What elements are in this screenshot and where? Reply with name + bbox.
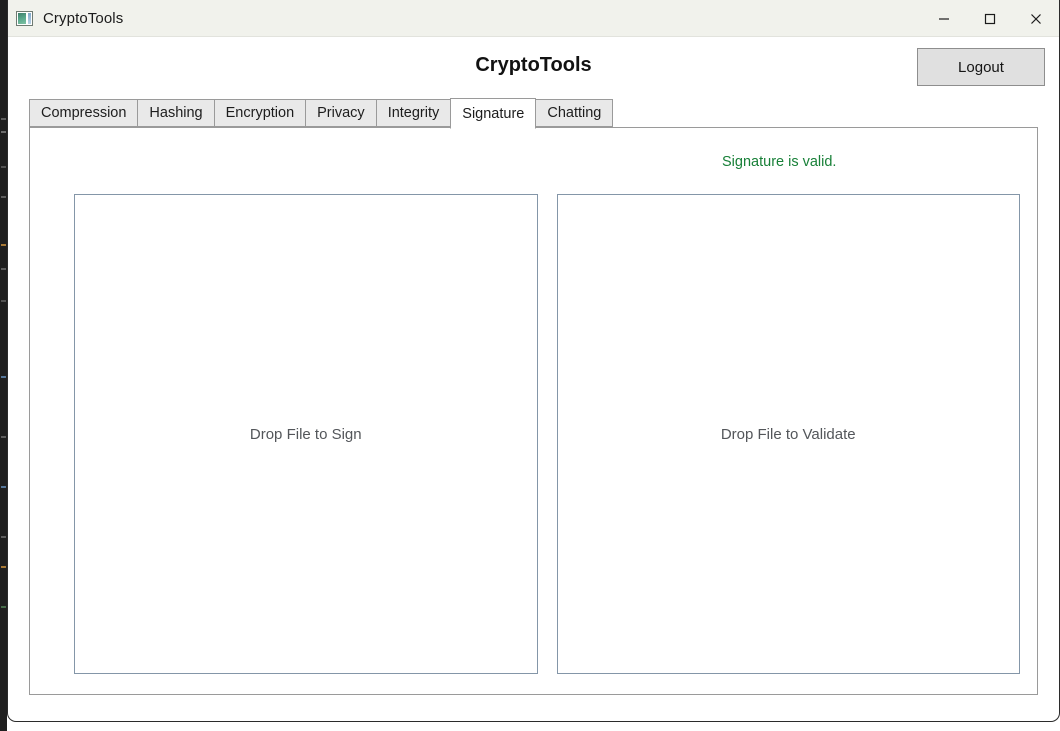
minimize-icon[interactable] <box>921 0 967 37</box>
sign-dropzone-label: Drop File to Sign <box>249 425 362 443</box>
title-bar: CryptoTools <box>8 0 1059 37</box>
tab-chatting[interactable]: Chatting <box>536 99 614 127</box>
logout-button[interactable]: Logout <box>917 48 1045 86</box>
status-message: Signature is valid. <box>722 154 837 170</box>
sign-dropzone[interactable]: Drop File to Sign <box>74 194 538 674</box>
tab-encryption[interactable]: Encryption <box>213 99 306 127</box>
dropzone-row: Drop File to Sign Drop File to Validate <box>74 194 1020 674</box>
tab-signature[interactable]: Signature <box>450 98 537 129</box>
window-controls <box>921 0 1059 37</box>
maximize-icon[interactable] <box>967 0 1013 37</box>
validate-dropzone[interactable]: Drop File to Validate <box>556 194 1020 674</box>
background-window-strip <box>0 0 7 731</box>
application-window: CryptoTools CryptoTools Logout Compressi… <box>7 0 1060 722</box>
validate-dropzone-label: Drop File to Validate <box>720 425 856 443</box>
close-icon[interactable] <box>1013 0 1059 37</box>
tab-privacy[interactable]: Privacy <box>305 99 376 127</box>
tab-strip: Compression Hashing Encryption Privacy Integ… <box>29 98 1059 129</box>
tab-integrity[interactable]: Integrity <box>375 99 451 127</box>
tab-compression[interactable]: Compression <box>29 99 138 127</box>
signature-tab-panel: Signature is valid. Drop File to Sign Dro… <box>29 127 1038 695</box>
page-title: CryptoTools <box>475 54 592 76</box>
app-header: CryptoTools Logout <box>8 37 1059 98</box>
tab-hashing[interactable]: Hashing <box>137 99 214 127</box>
app-image-icon <box>16 10 33 26</box>
window-title: CryptoTools <box>43 9 124 27</box>
